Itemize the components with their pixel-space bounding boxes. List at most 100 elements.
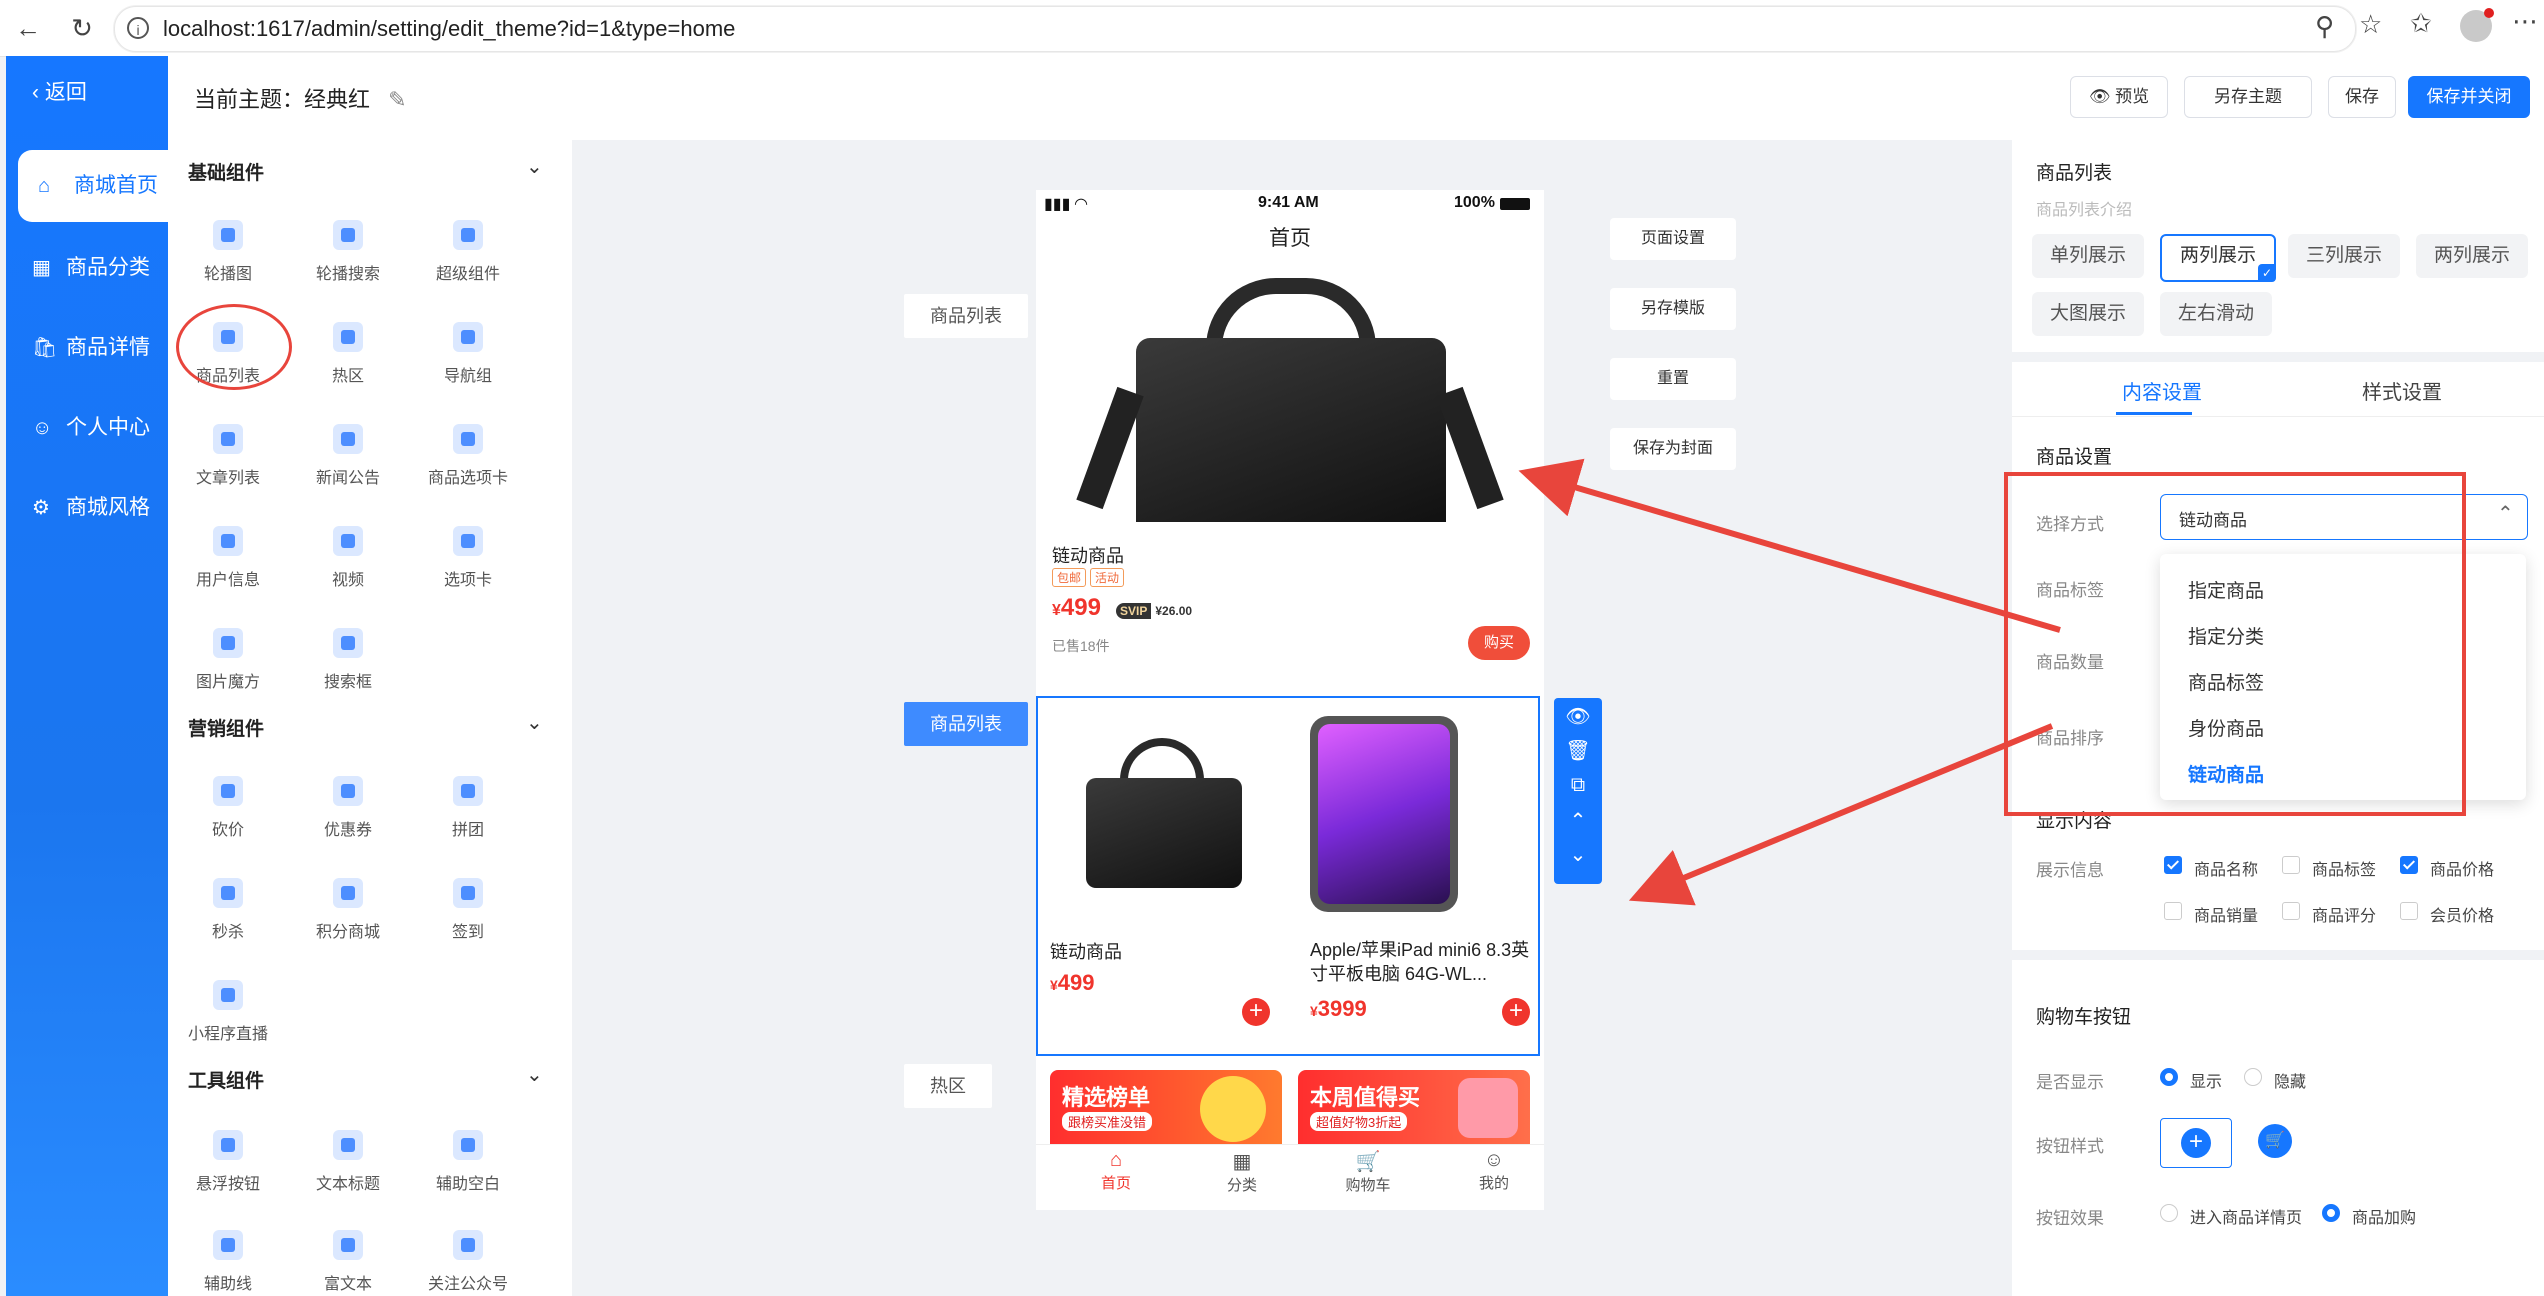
- edit-pencil-icon[interactable]: ✎: [388, 87, 406, 112]
- comp-spacer[interactable]: 辅助空白: [408, 1130, 528, 1194]
- tab-content-settings[interactable]: 内容设置: [2122, 376, 2202, 405]
- sidebar-item-category[interactable]: ▦ 商品分类: [6, 232, 168, 304]
- chevron-down-icon[interactable]: ⌄: [526, 1062, 543, 1087]
- comp-tabs[interactable]: 选项卡: [408, 526, 528, 590]
- mode-three-column[interactable]: 三列展示: [2288, 234, 2401, 278]
- sidebar-item-detail[interactable]: 🛍 商品详情: [6, 312, 168, 384]
- comp-divider[interactable]: 辅助线: [168, 1230, 288, 1294]
- comp-follow-official[interactable]: 关注公众号: [408, 1230, 528, 1294]
- mode-single-column[interactable]: 单列展示: [2032, 234, 2145, 278]
- preview-button[interactable]: 👁 预览: [2070, 76, 2168, 118]
- save-as-theme-button[interactable]: 另存主题: [2184, 76, 2312, 118]
- comp-user-info[interactable]: 用户信息: [168, 526, 288, 590]
- comp-image-cube[interactable]: 图片魔方: [168, 628, 288, 692]
- component-label-hotspot[interactable]: 热区: [904, 1064, 992, 1108]
- comp-bargain[interactable]: 砍价: [168, 776, 288, 840]
- comp-check-in[interactable]: 签到: [408, 878, 528, 942]
- delete-icon[interactable]: 🗑: [1554, 738, 1602, 763]
- button-style-plus-selected[interactable]: +: [2160, 1118, 2232, 1168]
- banner-weekly-deals[interactable]: 本周值得买 超值好物3折起: [1298, 1070, 1530, 1144]
- mode-horizontal-scroll[interactable]: 左右滑动: [2160, 292, 2273, 336]
- profile-avatar[interactable]: [2460, 8, 2494, 42]
- radio-goto-detail[interactable]: [2160, 1204, 2178, 1222]
- sidebar-item-style[interactable]: ⚙ 商城风格: [6, 472, 168, 544]
- buy-button[interactable]: 购买: [1468, 626, 1530, 660]
- save-button[interactable]: 保存: [2328, 76, 2396, 118]
- comp-super[interactable]: 超级组件: [408, 220, 528, 284]
- spacer-icon: [453, 1130, 483, 1160]
- component-label-product-list[interactable]: 商品列表: [904, 294, 1028, 338]
- checkbox-goods-price[interactable]: [2400, 856, 2418, 874]
- sidebar-item-profile[interactable]: ☺ 个人中心: [6, 392, 168, 464]
- comp-product-tabs[interactable]: 商品选项卡: [408, 424, 528, 488]
- comp-coupon[interactable]: 优惠券: [288, 776, 408, 840]
- component-label-product-list-selected[interactable]: 商品列表: [904, 702, 1028, 746]
- chevron-up-icon[interactable]: ⌃: [1554, 808, 1602, 833]
- reload-icon[interactable]: ↻: [64, 10, 100, 46]
- sidebar-item-home[interactable]: ⌂ 商城首页: [18, 150, 170, 222]
- chevron-down-icon[interactable]: ⌄: [526, 154, 543, 179]
- radio-add-cart[interactable]: [2322, 1204, 2340, 1222]
- back-arrow-icon[interactable]: ←: [10, 10, 46, 46]
- comp-news[interactable]: 新闻公告: [288, 424, 408, 488]
- copy-icon[interactable]: ⧉: [1554, 774, 1602, 797]
- info-icon[interactable]: i: [127, 17, 149, 39]
- comp-label: 商品选项卡: [427, 470, 508, 487]
- comp-hotspot[interactable]: 热区: [288, 322, 408, 386]
- zoom-icon[interactable]: ⚲: [2315, 11, 2334, 42]
- checkbox-goods-sales[interactable]: [2164, 902, 2182, 920]
- radio-hide[interactable]: [2244, 1068, 2262, 1086]
- comp-label: 导航组: [443, 368, 492, 385]
- save-cover-button[interactable]: 保存为封面: [1610, 428, 1736, 470]
- comp-rich-text[interactable]: 富文本: [288, 1230, 408, 1294]
- mode-two-column-selected[interactable]: 两列展示 ✓: [2160, 234, 2277, 282]
- user-icon: ☺: [1483, 1149, 1505, 1171]
- checkbox-member-price[interactable]: [2400, 902, 2418, 920]
- page-settings-button[interactable]: 页面设置: [1610, 218, 1736, 260]
- more-menu-icon[interactable]: ⋯: [2512, 6, 2538, 37]
- radio-show[interactable]: [2160, 1068, 2178, 1086]
- mode-large-image[interactable]: 大图展示: [2032, 292, 2145, 336]
- comp-carousel-search[interactable]: 轮播搜索: [288, 220, 408, 284]
- comp-label: 关注公众号: [427, 1276, 508, 1293]
- favorite-star-icon[interactable]: ☆: [2359, 9, 2382, 40]
- address-bar[interactable]: i localhost:1617/admin/setting/edit_them…: [114, 6, 2382, 52]
- comp-live[interactable]: 小程序直播: [168, 980, 288, 1044]
- comp-float-button[interactable]: 悬浮按钮: [168, 1130, 288, 1194]
- button-style-cart[interactable]: 🛒: [2258, 1124, 2292, 1158]
- comp-search-box[interactable]: 搜索框: [288, 628, 408, 692]
- checkbox-goods-name[interactable]: [2164, 856, 2182, 874]
- tab-home[interactable]: ⌂ 首页: [1076, 1149, 1156, 1193]
- save-as-template-button[interactable]: 另存模版: [1610, 288, 1736, 330]
- checkbox-goods-rating[interactable]: [2282, 902, 2300, 920]
- chevron-down-icon[interactable]: ⌄: [1554, 842, 1602, 867]
- back-button[interactable]: ‹ 返回: [32, 76, 87, 106]
- reset-button[interactable]: 重置: [1610, 358, 1736, 400]
- comp-flash-sale[interactable]: 秒杀: [168, 878, 288, 942]
- banner-hot-list[interactable]: 精选榜单 跟榜买准没错: [1050, 1070, 1282, 1144]
- comp-nav-group[interactable]: 导航组: [408, 322, 528, 386]
- product-grid-selected[interactable]: 链动商品 ¥499 + Apple/苹果iPad mini6 8.3英寸平板电脑…: [1036, 696, 1540, 1056]
- mode-two-column-alt[interactable]: 两列展示: [2416, 234, 2529, 278]
- save-close-button[interactable]: 保存并关闭: [2408, 76, 2530, 118]
- tab-mine[interactable]: ☺ 我的: [1454, 1149, 1534, 1193]
- comp-points-mall[interactable]: 积分商城: [288, 878, 408, 942]
- add-cart-icon[interactable]: +: [1242, 998, 1270, 1026]
- chevron-down-icon[interactable]: ⌄: [526, 710, 543, 735]
- comp-carousel[interactable]: 轮播图: [168, 220, 288, 284]
- tab-cart[interactable]: 🛒 购物车: [1328, 1149, 1408, 1195]
- eye-icon[interactable]: 👁: [1554, 704, 1602, 729]
- user-info-icon: [213, 526, 243, 556]
- comp-text-title[interactable]: 文本标题: [288, 1130, 408, 1194]
- comp-group-buy[interactable]: 拼团: [408, 776, 528, 840]
- checkbox-goods-tag[interactable]: [2282, 856, 2300, 874]
- add-cart-icon[interactable]: +: [1502, 998, 1530, 1026]
- comp-article-list[interactable]: 文章列表: [168, 424, 288, 488]
- tab-style-settings[interactable]: 样式设置: [2362, 376, 2442, 405]
- tab-category[interactable]: ▦ 分类: [1202, 1149, 1282, 1195]
- comp-video[interactable]: 视频: [288, 526, 408, 590]
- rich-text-icon: [333, 1230, 363, 1260]
- url-text[interactable]: localhost:1617/admin/setting/edit_theme?…: [163, 7, 735, 51]
- favorites-icon[interactable]: ✩: [2410, 8, 2432, 39]
- grid-product-name: Apple/苹果iPad mini6 8.3英寸平板电脑 64G-WL...: [1310, 940, 1530, 984]
